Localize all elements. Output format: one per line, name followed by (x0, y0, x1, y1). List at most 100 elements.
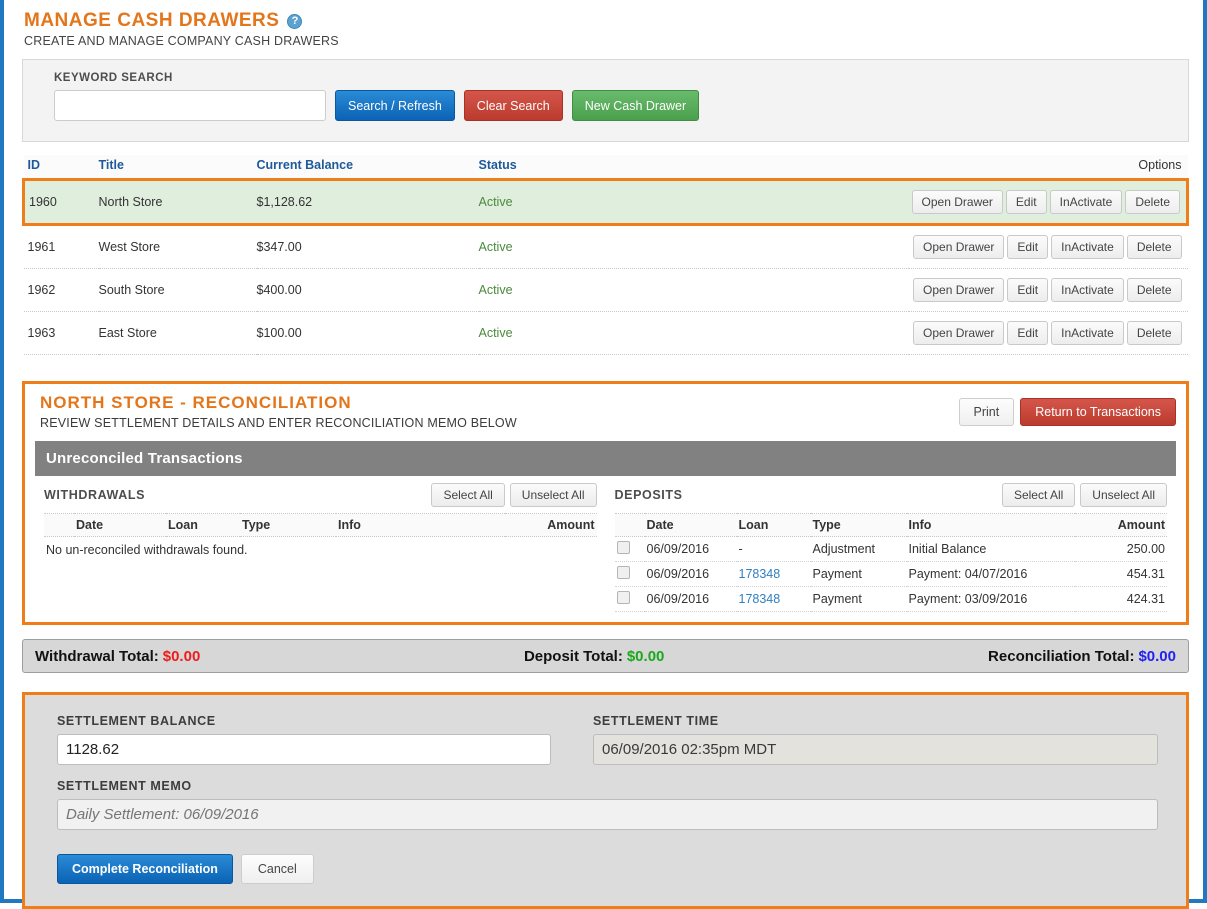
deposits-column-loan: Loan (736, 513, 811, 537)
deposit-amount-cell: 424.31 (1075, 586, 1167, 612)
table-row[interactable]: 1961 West Store $347.00 Active Open Drawer Ed… (23, 224, 1188, 269)
withdrawal-total: Withdrawal Total: $0.00 (35, 648, 200, 665)
status-badge: Active (478, 283, 513, 297)
settlement-memo-input[interactable] (57, 799, 1158, 830)
withdrawals-column-info: Info (336, 513, 505, 537)
deposits-column-amount: Amount (1075, 513, 1167, 537)
edit-button[interactable]: Edit (1005, 190, 1047, 214)
settlement-memo-label: SETTLEMENT MEMO (57, 779, 192, 793)
deposits-panel: DEPOSITS Select All Unselect All Date Lo… (606, 483, 1177, 612)
page-content: MANAGE CASH DRAWERS ? CREATE AND MANAGE … (8, 0, 1203, 909)
open-drawer-button[interactable]: Open Drawer (913, 278, 1005, 302)
edit-button[interactable]: Edit (1007, 278, 1049, 302)
reconciliation-panel: NORTH STORE - RECONCILIATION REVIEW SETT… (22, 381, 1189, 625)
deposit-date-cell: 06/09/2016 (644, 586, 737, 612)
loan-link[interactable]: 178348 (739, 592, 781, 606)
deposits-select-all-button[interactable]: Select All (1001, 483, 1076, 507)
open-drawer-button[interactable]: Open Drawer (913, 235, 1005, 259)
print-button[interactable]: Print (958, 398, 1015, 426)
deposit-date-cell: 06/09/2016 (644, 536, 737, 562)
inactivate-button[interactable]: InActivate (1051, 235, 1124, 259)
reconciliation-title: NORTH STORE - RECONCILIATION (40, 393, 352, 412)
inactivate-button[interactable]: InActivate (1049, 190, 1123, 214)
settlement-time-group: SETTLEMENT TIME (593, 714, 1158, 765)
complete-reconciliation-button[interactable]: Complete Reconciliation (57, 854, 233, 884)
table-row[interactable]: 1962 South Store $400.00 Active Open Drawer E… (23, 268, 1188, 312)
clear-search-button[interactable]: Clear Search (463, 90, 563, 121)
column-header-title: Title (98, 155, 257, 180)
deposit-amount-cell: 250.00 (1075, 536, 1167, 562)
inactivate-button[interactable]: InActivate (1051, 321, 1124, 345)
checkbox-icon[interactable] (616, 541, 630, 554)
loan-link[interactable]: 178348 (739, 567, 781, 581)
search-refresh-button[interactable]: Search / Refresh (335, 90, 455, 121)
open-drawer-button[interactable]: Open Drawer (911, 190, 1003, 214)
deposits-table: Date Loan Type Info Amount 06/09/2016- Ad… (614, 513, 1167, 612)
delete-button[interactable]: Delete (1125, 190, 1180, 214)
table-row[interactable]: 1960 North Store $1,128.62 Active Open Drawe… (22, 178, 1189, 226)
drawer-options-cell: Open Drawer Edit InActivate Delete (908, 178, 1189, 226)
deposit-type-cell: Payment (810, 586, 907, 612)
checkbox-icon[interactable] (616, 566, 630, 579)
settlement-balance-input[interactable] (57, 734, 551, 765)
deposit-loan-cell: 178348 (736, 561, 811, 587)
table-row[interactable]: 06/09/2016- Adjustment Initial Balance 250.… (614, 536, 1167, 562)
deposits-column-check (614, 513, 645, 537)
deposit-date-cell: 06/09/2016 (644, 561, 737, 587)
deposits-unselect-all-button[interactable]: Unselect All (1080, 483, 1167, 507)
deposits-column-date: Date (644, 513, 737, 537)
deposit-type-cell: Adjustment (810, 536, 907, 562)
edit-button[interactable]: Edit (1007, 321, 1049, 345)
deposit-row-checkbox-cell (614, 561, 645, 587)
open-drawer-button[interactable]: Open Drawer (913, 321, 1005, 345)
column-header-options: Options (908, 155, 1188, 180)
drawer-id-cell: 1962 (23, 268, 99, 312)
page-header: MANAGE CASH DRAWERS ? (24, 10, 1189, 32)
reconciliation-header-actions: Print Return to Transactions (958, 393, 1176, 426)
table-row[interactable]: 1963 East Store $100.00 Active Open Drawer Ed… (23, 311, 1188, 355)
status-badge: Active (478, 326, 513, 340)
cancel-button[interactable]: Cancel (240, 854, 314, 884)
drawer-options-cell: Open Drawer Edit InActivate Delete (908, 268, 1188, 312)
deposit-total-label: Deposit Total: (523, 647, 623, 665)
delete-button[interactable]: Delete (1126, 235, 1182, 259)
deposit-row-checkbox-cell (614, 536, 645, 562)
withdrawals-selection-buttons: Select All Unselect All (431, 483, 597, 507)
deposits-column-type: Type (810, 513, 907, 537)
drawer-status-cell: Active (478, 268, 909, 312)
delete-button[interactable]: Delete (1126, 321, 1182, 345)
checkbox-icon[interactable] (616, 591, 630, 604)
deposit-info-cell: Initial Balance (906, 536, 1075, 562)
drawer-id-cell: 1960 (22, 178, 99, 226)
delete-button[interactable]: Delete (1126, 278, 1182, 302)
withdrawals-empty-message: No un-reconciled withdrawals found. (46, 543, 248, 557)
drawer-title-cell: East Store (98, 311, 257, 355)
reconciliation-subtitle: REVIEW SETTLEMENT DETAILS AND ENTER RECO… (40, 416, 517, 430)
column-header-balance: Current Balance (256, 155, 479, 180)
page-subtitle: CREATE AND MANAGE COMPANY CASH DRAWERS (24, 34, 339, 48)
keyword-search-panel: KEYWORD SEARCH Search / Refresh Clear Se… (22, 59, 1189, 142)
withdrawals-select-all-button[interactable]: Select All (431, 483, 505, 507)
new-cash-drawer-button[interactable]: New Cash Drawer (571, 90, 700, 121)
edit-button[interactable]: Edit (1007, 235, 1049, 259)
drawer-id-cell: 1961 (23, 224, 99, 269)
deposits-selection-buttons: Select All Unselect All (1001, 483, 1167, 507)
withdrawals-column-check (44, 513, 74, 537)
drawer-title-cell: West Store (98, 224, 257, 269)
table-row[interactable]: 06/09/2016 178348 Payment Payment: 03/09/20… (614, 586, 1167, 612)
drawer-title-cell: South Store (98, 268, 257, 312)
drawer-balance-cell: $1,128.62 (256, 178, 479, 226)
withdrawals-table: Date Loan Type Info Amount (44, 513, 597, 537)
return-to-transactions-button[interactable]: Return to Transactions (1020, 398, 1176, 426)
inactivate-button[interactable]: InActivate (1051, 278, 1124, 302)
transactions-columns: WITHDRAWALS Select All Unselect All Date… (35, 483, 1176, 612)
reconciliation-total: Reconciliation Total: $0.00 (988, 648, 1176, 665)
table-row[interactable]: 06/09/2016 178348 Payment Payment: 04/07/20… (614, 561, 1167, 587)
help-circle-icon[interactable]: ? (287, 13, 303, 29)
withdrawals-column-loan: Loan (166, 513, 240, 537)
withdrawals-unselect-all-button[interactable]: Unselect All (509, 483, 597, 507)
table-header-row: ID Title Current Balance Status Options (23, 155, 1188, 180)
settlement-panel: SETTLEMENT BALANCE SETTLEMENT TIME SETTL… (22, 692, 1189, 909)
search-input[interactable] (54, 90, 326, 121)
withdrawals-header: WITHDRAWALS Select All Unselect All (44, 483, 597, 507)
